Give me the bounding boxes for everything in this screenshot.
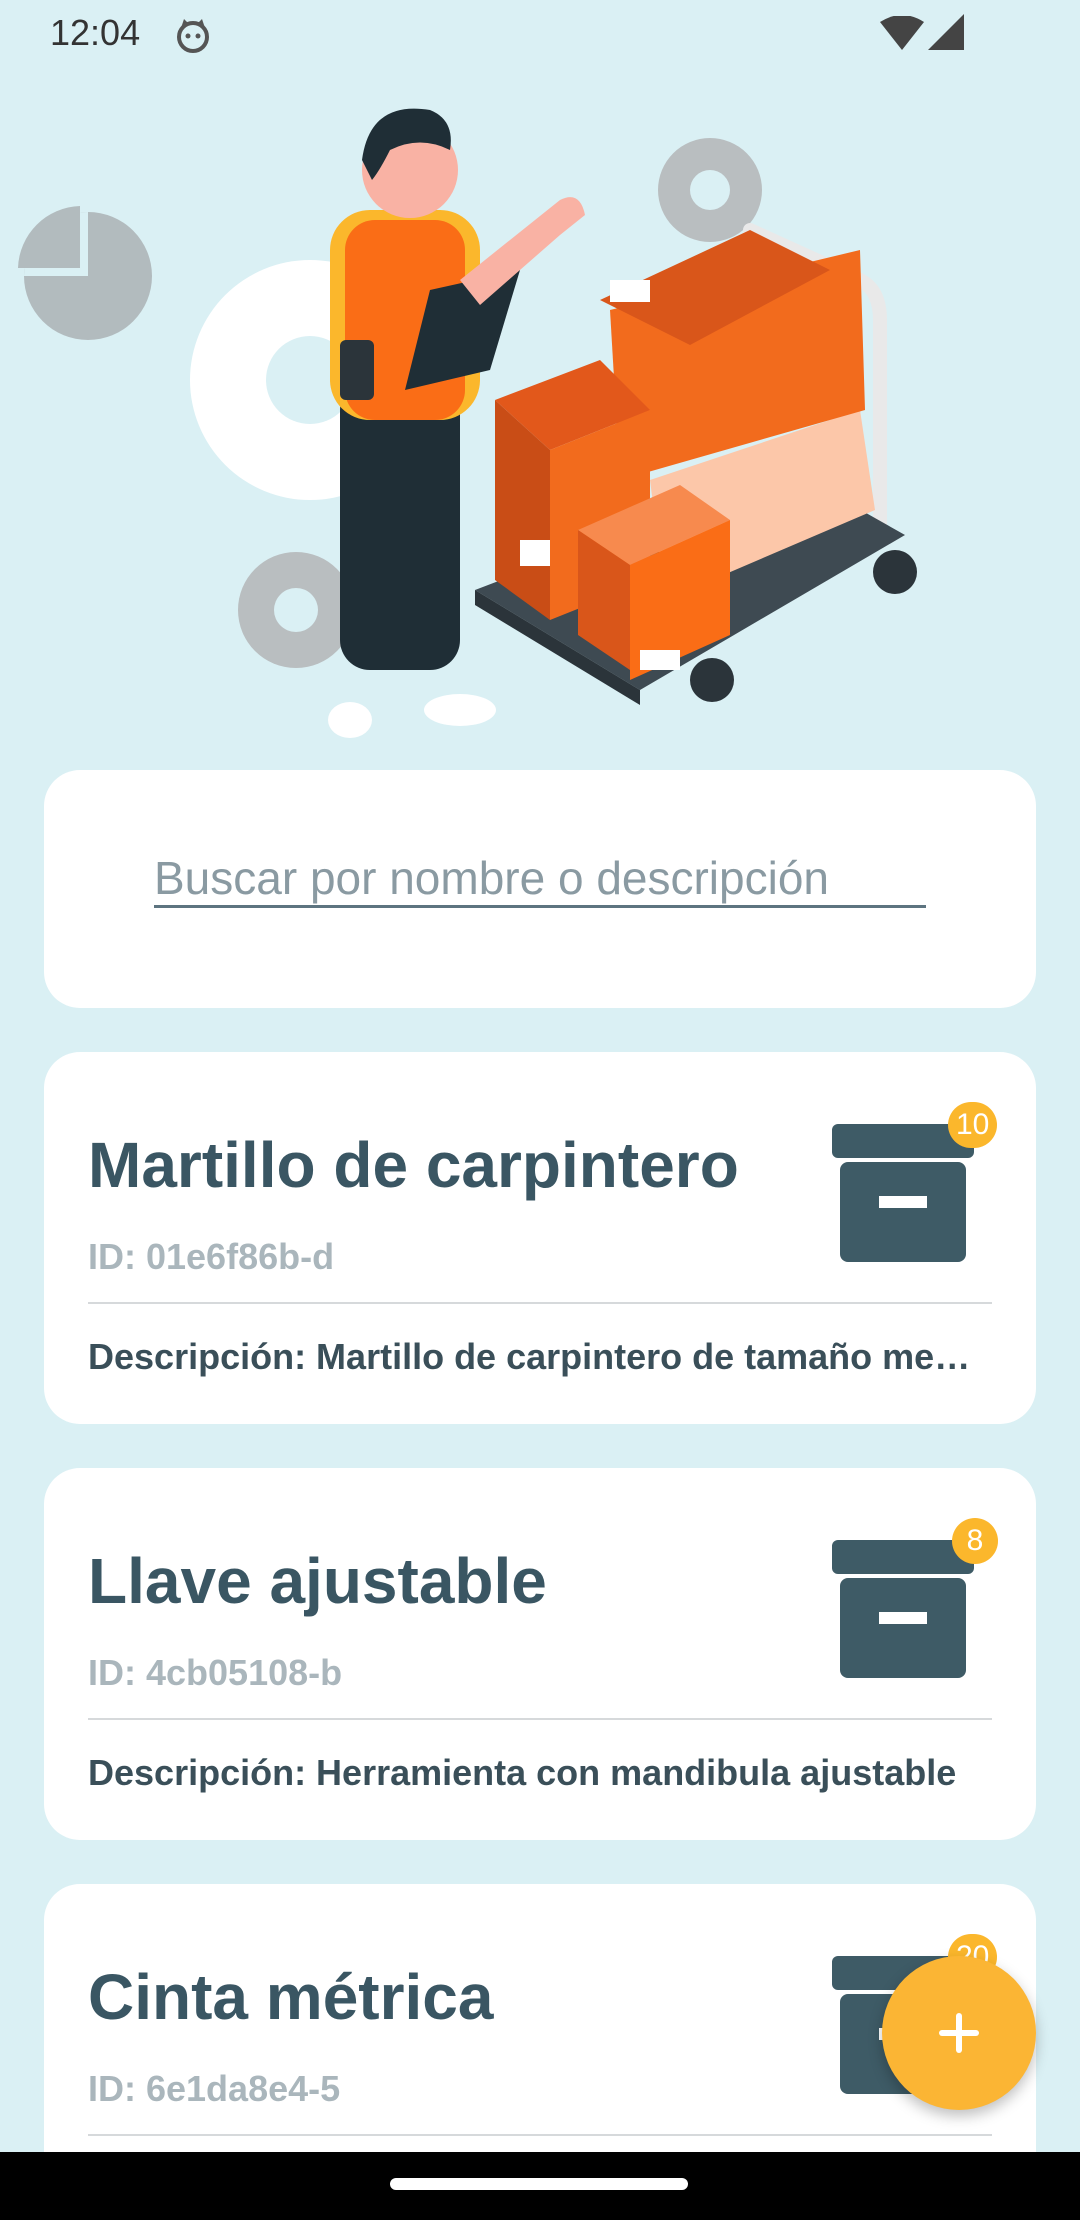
- item-id: ID: 6e1da8e4-5: [88, 2068, 341, 2109]
- item-name: Cinta métrica: [88, 1961, 494, 2033]
- plus-icon: [939, 2013, 979, 2053]
- wifi-icon: [880, 16, 924, 50]
- search-card: [44, 770, 1036, 1008]
- item-id: ID: 01e6f86b-d: [88, 1236, 335, 1277]
- item-description: Descripción: Martillo de carpintero de t…: [88, 1336, 971, 1377]
- search-input[interactable]: [154, 850, 926, 908]
- navigation-bar: [0, 2152, 1080, 2220]
- divider: [88, 1718, 992, 1720]
- item-id: ID: 4cb05108-b: [88, 1652, 343, 1693]
- item-name: Martillo de carpintero: [88, 1129, 739, 1201]
- signal-icon: [928, 14, 964, 50]
- warehouse-worker-illustration: [18, 108, 917, 738]
- grey-gear-bottom: [238, 552, 354, 668]
- count-badge: 8: [952, 1518, 998, 1564]
- pie-chart-decoration: [18, 206, 152, 340]
- status-bar: 12:04: [0, 0, 1080, 66]
- add-item-button[interactable]: [882, 1956, 1036, 2110]
- home-gesture-handle[interactable]: [390, 2178, 688, 2190]
- divider: [88, 1302, 992, 1304]
- count-badge: 10: [948, 1102, 998, 1148]
- boxes: [495, 230, 875, 680]
- divider: [88, 2134, 992, 2136]
- item-name: Llave ajustable: [88, 1545, 547, 1617]
- cat-face-icon: [177, 19, 209, 53]
- status-time: 12:04: [50, 12, 141, 53]
- item-description: Descripción: Herramienta con mandibula a…: [88, 1752, 957, 1793]
- item-card[interactable]: Martillo de carpintero ID: 01e6f86b-d De…: [44, 1052, 1036, 1424]
- item-card[interactable]: Llave ajustable ID: 4cb05108-b Descripci…: [44, 1468, 1036, 1840]
